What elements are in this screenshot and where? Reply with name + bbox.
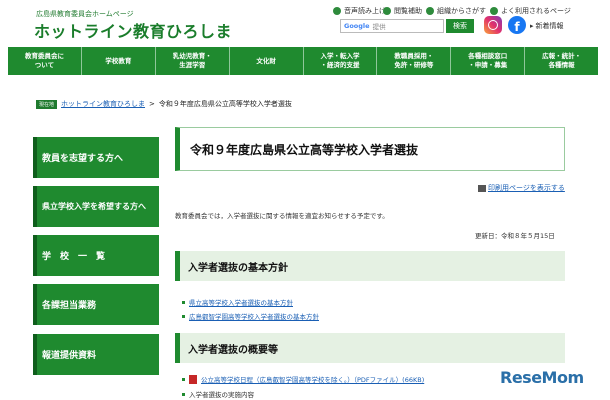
facebook-icon[interactable]: f [508,16,526,34]
bullet-icon [182,314,185,318]
section-heading-overview: 入学者選抜の概要等 [175,333,565,363]
nav-item-admission[interactable]: 入学・転入学 ・経済的支援 [304,47,378,75]
search-placeholder: 提供 [372,23,386,31]
breadcrumb-current: 令和９年度広島県公立高等学校入学者選抜 [158,100,292,108]
resemom-watermark-logo: ReseMom [500,368,584,387]
breadcrumb: 現在地 ホットライン教育ひろしま > 令和９年度広島県公立高等学校入学者選抜 [36,99,292,109]
list-item: 広島叡智学園高等学校入学者選抜の基本方針 [182,311,319,321]
sidebar-item-school-list[interactable]: 学 校 一 覧 [33,235,159,276]
policy-link-prefectural[interactable]: 県立高等学校入学者選抜の基本方針 [189,297,293,307]
intro-text: 教育委員会では，入学者選抜に関する情報を適宜お知らせする予定です。 [175,212,389,220]
nav-item-school-education[interactable]: 学校教育 [82,47,156,75]
sidebar-item-admission[interactable]: 県立学校入学を希望する方へ [33,186,159,227]
pdf-icon [189,374,197,384]
star-icon [490,7,498,15]
list-item: 公立高等学校日程（広島叡智学園高等学校を除く。）（PDFファイル）(66KB) [182,374,424,384]
breadcrumb-home-link[interactable]: ホットライン教育ひろしま [61,99,145,109]
sidebar-item-teacher[interactable]: 教員を志望する方へ [33,137,159,178]
search-input[interactable]: Google 提供 [340,19,444,33]
bullet-icon [182,300,185,304]
instagram-icon[interactable] [484,16,502,34]
util-accessibility-link[interactable]: 閲覧補助 [383,6,422,16]
policy-link-eichi[interactable]: 広島叡智学園高等学校入学者選抜の基本方針 [189,311,319,321]
schedule-pdf-link[interactable]: 公立高等学校日程（広島叡智学園高等学校を除く。）（PDFファイル）(66KB) [201,374,424,384]
updated-date: 更新日：令和８年５月15日 [475,232,555,240]
nav-item-consult[interactable]: 各種相談窓口 ・申請・募集 [451,47,526,75]
nav-item-board[interactable]: 教育委員会に ついて [8,47,82,75]
section-heading-policy: 入学者選抜の基本方針 [175,251,565,281]
sidebar-item-departments[interactable]: 各課担当業務 [33,284,159,325]
breadcrumb-separator: > [149,100,155,108]
implementation-text: 入学者選抜の実施内容 [189,391,254,399]
nav-item-pr[interactable]: 広報・統計・ 各種情報 [525,47,598,75]
page-title: 令和９年度広島県公立高等学校入学者選抜 [175,127,565,171]
site-logo-title[interactable]: ホットライン教育ひろしま [34,18,232,42]
google-brand: Google [344,22,370,30]
global-nav: 教育委員会に ついて 学校教育 乳幼児教育・ 生涯学習 文化財 入学・転入学 ・… [8,47,598,75]
nav-item-cultural[interactable]: 文化財 [230,47,304,75]
sidebar-item-press[interactable]: 報道提供資料 [33,334,159,375]
util-voice-link[interactable]: 音声読み上げ [333,6,386,16]
accessibility-icon [383,7,391,15]
bullet-icon [182,377,185,381]
nav-item-early-lifelong[interactable]: 乳幼児教育・ 生涯学習 [156,47,230,75]
util-org-link[interactable]: 組織からさがす [426,6,486,16]
arrow-icon: ▸ [530,22,534,30]
bullet-icon [182,392,185,396]
org-icon [426,7,434,15]
list-item: 県立高等学校入学者選抜の基本方針 [182,297,293,307]
news-link[interactable]: ▸ 新着情報 [530,21,564,31]
nav-item-staff[interactable]: 教職員採用・ 免許・研修等 [377,47,452,75]
list-item: 入学者選抜の実施内容 [182,389,254,399]
site-header: 広島県教育委員会ホームページ ホットライン教育ひろしま 音声読み上げ 閲覧補助 … [0,0,610,46]
speaker-icon [333,7,341,15]
util-popular-link[interactable]: よく利用されるページ [490,6,571,16]
search-button[interactable]: 検索 [446,19,474,33]
location-badge: 現在地 [36,99,58,109]
printer-icon [478,184,486,192]
print-page-link[interactable]: 印刷用ページを表示する [478,183,565,193]
